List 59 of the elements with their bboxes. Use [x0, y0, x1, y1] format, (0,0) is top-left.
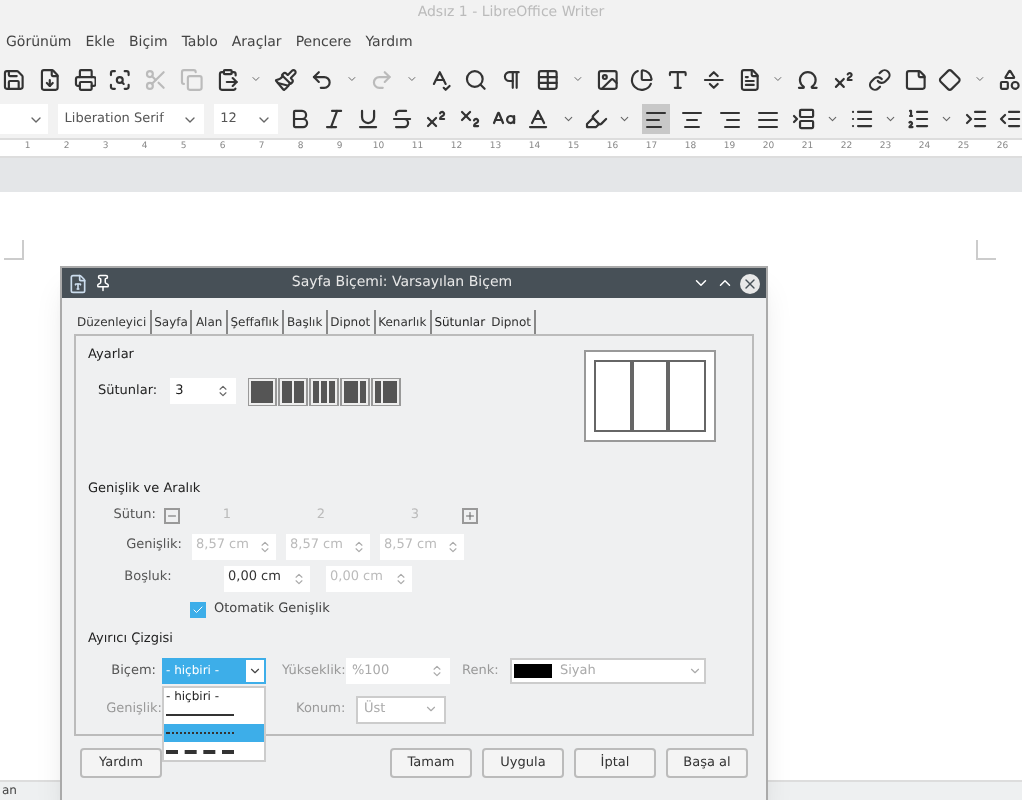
chevron-icon: [688, 664, 702, 678]
undo-icon[interactable]: [310, 65, 334, 93]
comment-icon[interactable]: [903, 65, 927, 93]
chart-icon[interactable]: [630, 65, 655, 93]
chevron-icon: [424, 702, 438, 716]
save-icon[interactable]: [2, 65, 26, 93]
superscript-icon[interactable]: [424, 106, 449, 132]
close-button[interactable]: [740, 273, 760, 293]
search-icon[interactable]: [464, 65, 489, 93]
field-icon[interactable]: [737, 65, 761, 93]
column-presets-icon[interactable]: [247, 377, 404, 406]
document-icon: [68, 273, 88, 293]
corner-mark: [976, 240, 996, 260]
omega-icon[interactable]: [796, 65, 821, 93]
font-color-icon[interactable]: [526, 106, 552, 132]
pilcrow-icon[interactable]: [500, 65, 524, 93]
dotted-line-option[interactable]: [164, 724, 264, 742]
shapes-icon[interactable]: [998, 65, 1022, 93]
page-break-icon[interactable]: [701, 65, 726, 93]
diamond-icon[interactable]: [938, 65, 963, 93]
maximize-icon[interactable]: [716, 274, 734, 292]
indent-icon[interactable]: [963, 106, 989, 132]
print-icon[interactable]: [73, 65, 97, 93]
preview-column: [668, 360, 707, 432]
bold-icon[interactable]: [288, 106, 313, 132]
table-icon[interactable]: [535, 65, 560, 93]
numbered-list-icon[interactable]: [906, 106, 931, 132]
caret-icon[interactable]: [826, 112, 840, 126]
spin-arrows-icon[interactable]: [215, 384, 230, 399]
checkbox[interactable]: [190, 601, 206, 618]
image-icon[interactable]: [595, 65, 619, 93]
paste-icon[interactable]: [215, 65, 239, 93]
export-icon[interactable]: [37, 65, 62, 93]
minimize-icon[interactable]: [692, 274, 710, 292]
line-spacing-icon[interactable]: [792, 106, 817, 132]
caret-icon[interactable]: [618, 112, 632, 126]
link-icon[interactable]: [867, 65, 892, 93]
minus-icon: [166, 510, 178, 523]
preview-column: [631, 360, 669, 432]
pin-icon[interactable]: [94, 274, 112, 292]
preview-column: [594, 360, 632, 432]
plus-icon: [464, 510, 476, 523]
italic-icon[interactable]: [322, 106, 347, 132]
highlighter-icon[interactable]: [584, 106, 609, 132]
caret-icon[interactable]: [561, 112, 575, 126]
chevron-icon: [248, 664, 262, 678]
caret-icon[interactable]: [883, 112, 897, 126]
align-left-icon[interactable]: [641, 104, 670, 134]
underline-icon[interactable]: [356, 106, 381, 132]
corner-mark: [4, 240, 24, 260]
subscript-icon[interactable]: [458, 106, 483, 132]
bullet-list-icon[interactable]: [849, 106, 874, 132]
print-preview-icon[interactable]: [108, 65, 133, 93]
text-icon[interactable]: [666, 65, 690, 93]
strikethrough-icon[interactable]: [390, 106, 415, 132]
spellcheck-icon[interactable]: [428, 65, 453, 93]
caret-icon[interactable]: [940, 112, 954, 126]
outdent-icon[interactable]: [998, 106, 1022, 132]
paintbrush-icon[interactable]: [274, 65, 299, 93]
